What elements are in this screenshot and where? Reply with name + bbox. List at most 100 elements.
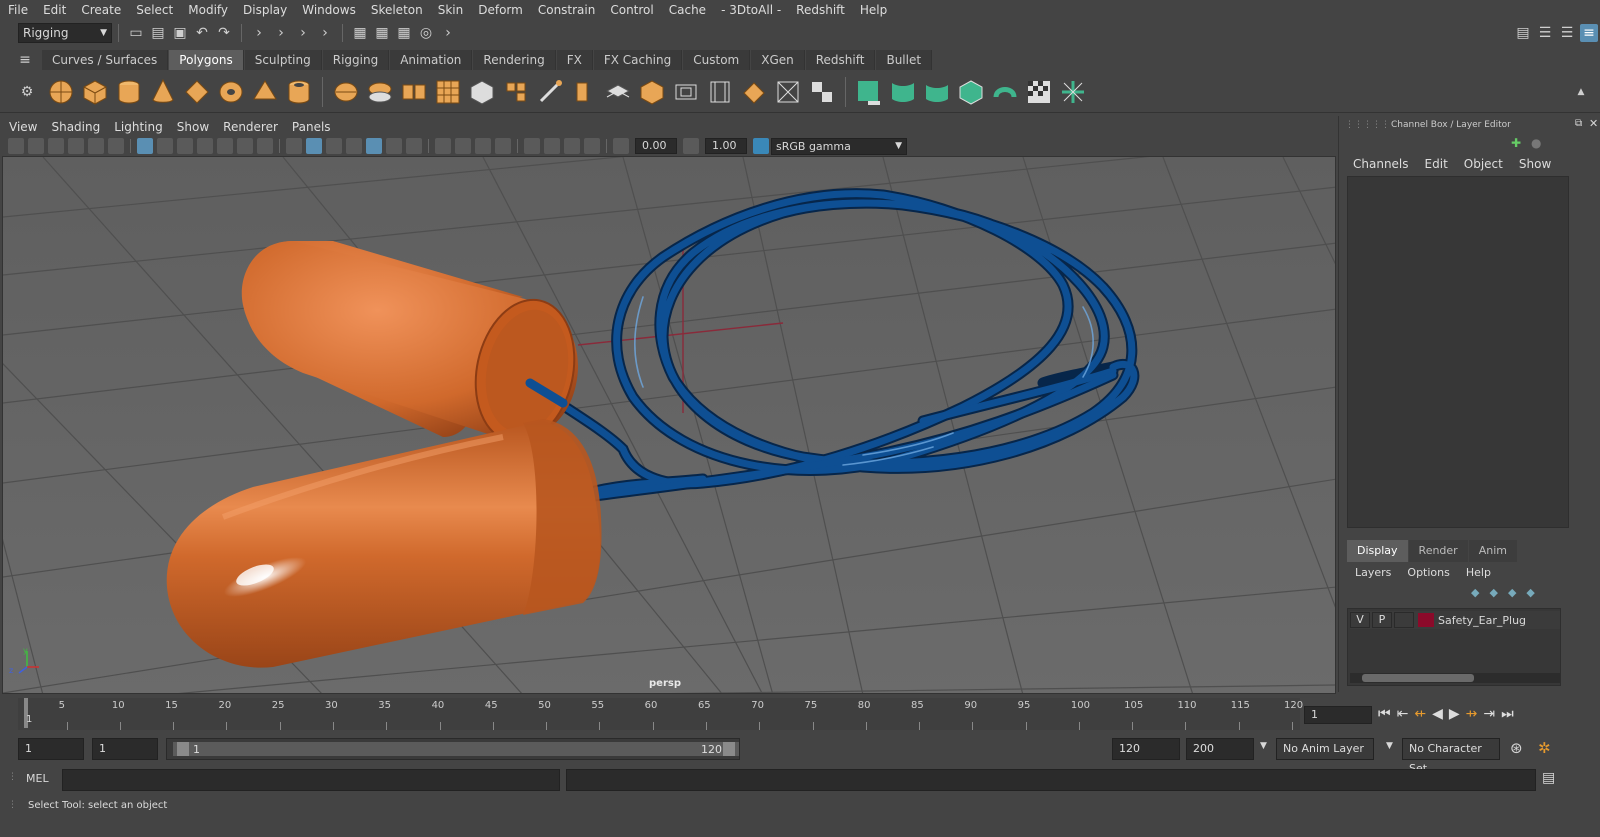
camera-attributes-icon[interactable] <box>28 138 44 154</box>
layer-scrollbar[interactable] <box>1350 673 1560 683</box>
layer-editor-tab[interactable]: Display <box>1347 540 1408 562</box>
grid-icon[interactable] <box>137 138 153 154</box>
float-panel-icon[interactable]: ⧉ <box>1575 118 1582 129</box>
camera-icon[interactable] <box>8 138 24 154</box>
undo-icon[interactable]: ↶ <box>193 24 211 42</box>
script-editor-icon[interactable]: ▤ <box>1542 770 1555 786</box>
workspace-icon[interactable]: ▤ <box>1514 24 1532 42</box>
bookmark-icon[interactable] <box>48 138 64 154</box>
textured-icon[interactable] <box>366 138 382 154</box>
layer-color-swatch[interactable] <box>1418 613 1434 627</box>
shelf-tab[interactable]: Animation <box>390 50 473 70</box>
menu-item[interactable]: Modify <box>180 0 235 20</box>
scene-canvas[interactable]: y z <box>3 157 1336 694</box>
close-icon[interactable]: ✕ <box>1589 117 1598 130</box>
layer-row[interactable]: V P Safety_Ear_Plug <box>1350 611 1560 629</box>
field-chart-icon[interactable] <box>217 138 233 154</box>
selection-mask-icon[interactable]: › <box>250 24 268 42</box>
xray-icon[interactable] <box>544 138 560 154</box>
move-layer-down-icon[interactable]: ◆ <box>1489 586 1497 599</box>
shelf-tab[interactable]: Polygons <box>169 50 244 70</box>
animation-preferences-icon[interactable]: ✲ <box>1538 739 1551 757</box>
layer-editor-tab[interactable]: Anim <box>1468 540 1517 562</box>
channel-box-area[interactable] <box>1347 176 1569 528</box>
layer-editor-menu-item[interactable]: Options <box>1407 566 1449 579</box>
snap-icon[interactable]: › <box>316 24 334 42</box>
attribute-editor-icon[interactable]: ☰ <box>1536 24 1554 42</box>
smooth-icon[interactable] <box>433 77 463 107</box>
menu-item[interactable]: File <box>0 0 35 20</box>
range-slider[interactable]: 1 120 <box>166 738 740 760</box>
2d-pan-icon[interactable] <box>88 138 104 154</box>
bridge-icon[interactable] <box>705 77 735 107</box>
range-start-handle[interactable] <box>177 742 189 756</box>
uv-layout-icon[interactable] <box>1058 77 1088 107</box>
tool-settings-icon[interactable]: ☰ <box>1558 24 1576 42</box>
snap-icon[interactable]: › <box>294 24 312 42</box>
color-management-icon[interactable] <box>753 138 769 154</box>
bevel-icon[interactable] <box>671 77 701 107</box>
uv-unfold-icon[interactable] <box>990 77 1020 107</box>
shelf-tab[interactable]: Custom <box>683 50 751 70</box>
motion-blur-icon[interactable] <box>455 138 471 154</box>
playback-end-field[interactable]: 120 <box>1112 738 1180 760</box>
uv-spherical-icon[interactable] <box>922 77 952 107</box>
poly-sphere-icon[interactable] <box>46 77 76 107</box>
extrude-icon[interactable] <box>637 77 667 107</box>
new-layer-selected-icon[interactable]: ◆ <box>1526 586 1534 599</box>
multi-cut-icon[interactable] <box>535 77 565 107</box>
menu-item[interactable]: Cache <box>661 0 713 20</box>
shelf-tab[interactable]: Redshift <box>805 50 876 70</box>
channel-lock-icon[interactable]: ● <box>1531 136 1541 150</box>
shelf-tab[interactable]: Bullet <box>876 50 933 70</box>
step-back-frame-icon[interactable]: ⇷ <box>1414 706 1426 722</box>
smooth-shade-icon[interactable] <box>306 138 322 154</box>
shelf-tab[interactable]: FX Caching <box>593 50 683 70</box>
redo-icon[interactable]: ↷ <box>215 24 233 42</box>
shadows-icon[interactable] <box>406 138 422 154</box>
isolate-select-icon[interactable] <box>524 138 540 154</box>
go-to-end-icon[interactable]: ⏭ <box>1501 706 1514 722</box>
xray-joints-icon[interactable] <box>584 138 600 154</box>
command-language-toggle[interactable]: MEL <box>26 772 49 785</box>
menu-item[interactable]: - 3DtoAll - <box>713 0 788 20</box>
layer-scrollbar-thumb[interactable] <box>1362 674 1474 682</box>
film-gate-icon[interactable] <box>157 138 173 154</box>
panel-menu-item[interactable]: View <box>2 118 44 136</box>
menu-item[interactable]: Skin <box>430 0 471 20</box>
gate-mask-icon[interactable] <box>197 138 213 154</box>
poly-cylinder-icon[interactable] <box>114 77 144 107</box>
menu-item[interactable]: Display <box>235 0 294 20</box>
target-weld-icon[interactable] <box>569 77 599 107</box>
depth-of-field-icon[interactable] <box>495 138 511 154</box>
current-frame-field[interactable]: 1 <box>1304 706 1372 724</box>
character-set-select[interactable]: No Character Set <box>1402 738 1500 775</box>
wireframe-on-shaded-icon[interactable] <box>346 138 362 154</box>
move-layer-up-icon[interactable]: ◆ <box>1471 586 1479 599</box>
shelf-scroll-icon[interactable]: ▲ <box>1572 83 1590 101</box>
menu-item[interactable]: Constrain <box>530 0 603 20</box>
command-input[interactable] <box>62 769 560 791</box>
uv-automatic-icon[interactable] <box>956 77 986 107</box>
uv-planar-icon[interactable] <box>854 77 884 107</box>
screen-space-ao-icon[interactable] <box>435 138 451 154</box>
shelf-tab[interactable]: Rigging <box>322 50 390 70</box>
panel-menu-item[interactable]: Shading <box>44 118 107 136</box>
safe-title-icon[interactable] <box>257 138 273 154</box>
go-to-start-icon[interactable]: ⏮ <box>1378 706 1391 722</box>
multisample-aa-icon[interactable] <box>475 138 491 154</box>
layer-editor-menu-item[interactable]: Layers <box>1355 566 1391 579</box>
fill-hole-icon[interactable] <box>773 77 803 107</box>
grease-pencil-icon[interactable] <box>108 138 124 154</box>
poly-pyramid-icon[interactable] <box>250 77 280 107</box>
shelf-tab[interactable]: Curves / Surfaces <box>42 50 169 70</box>
animation-start-field[interactable]: 1 <box>18 738 84 760</box>
shelf-tab[interactable]: Rendering <box>473 50 556 70</box>
step-back-key-icon[interactable]: ⇤ <box>1397 706 1409 722</box>
menu-item[interactable]: Redshift <box>788 0 852 20</box>
poly-pipe-icon[interactable] <box>284 77 314 107</box>
chevron-down-icon[interactable]: ▼ <box>1260 741 1267 751</box>
new-scene-icon[interactable]: ▭ <box>127 24 145 42</box>
use-default-material-icon[interactable] <box>326 138 342 154</box>
use-all-lights-icon[interactable] <box>386 138 402 154</box>
